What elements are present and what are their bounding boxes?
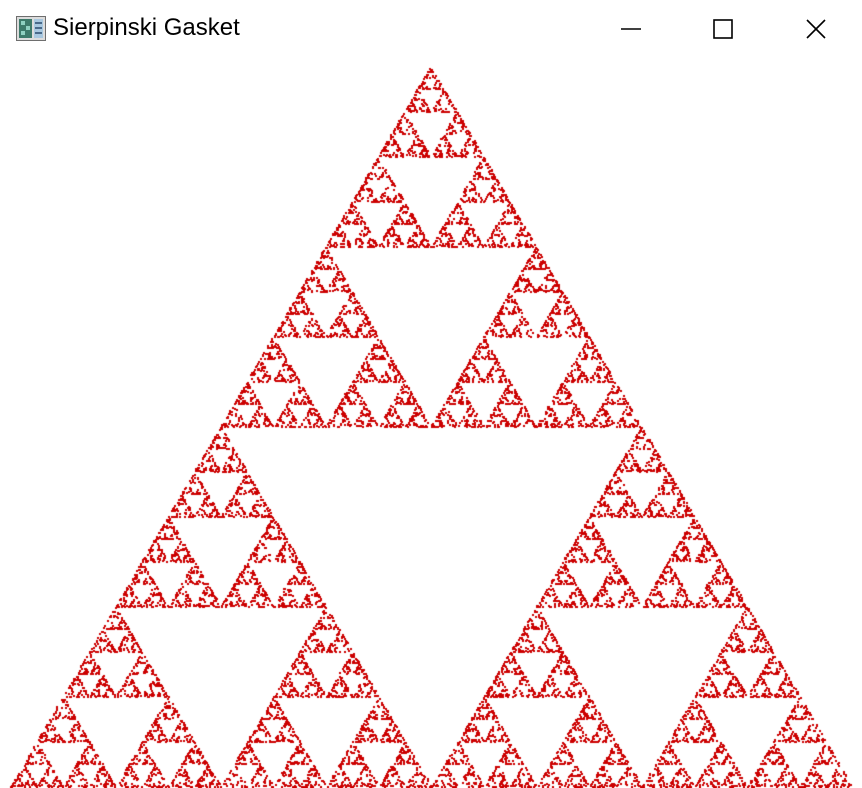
minimize-button[interactable] xyxy=(585,0,677,58)
window-title: Sierpinski Gasket xyxy=(53,14,240,41)
minimize-icon xyxy=(621,28,641,30)
maximize-button[interactable] xyxy=(677,0,769,58)
drawing-canvas xyxy=(0,58,862,788)
close-icon xyxy=(806,19,826,39)
maximize-icon xyxy=(713,19,733,39)
application-icon[interactable] xyxy=(16,16,46,41)
sierpinski-gasket-plot xyxy=(0,58,862,788)
app-window: Sierpinski Gasket xyxy=(0,0,862,788)
close-button[interactable] xyxy=(770,0,862,58)
title-bar[interactable]: Sierpinski Gasket xyxy=(0,0,862,58)
